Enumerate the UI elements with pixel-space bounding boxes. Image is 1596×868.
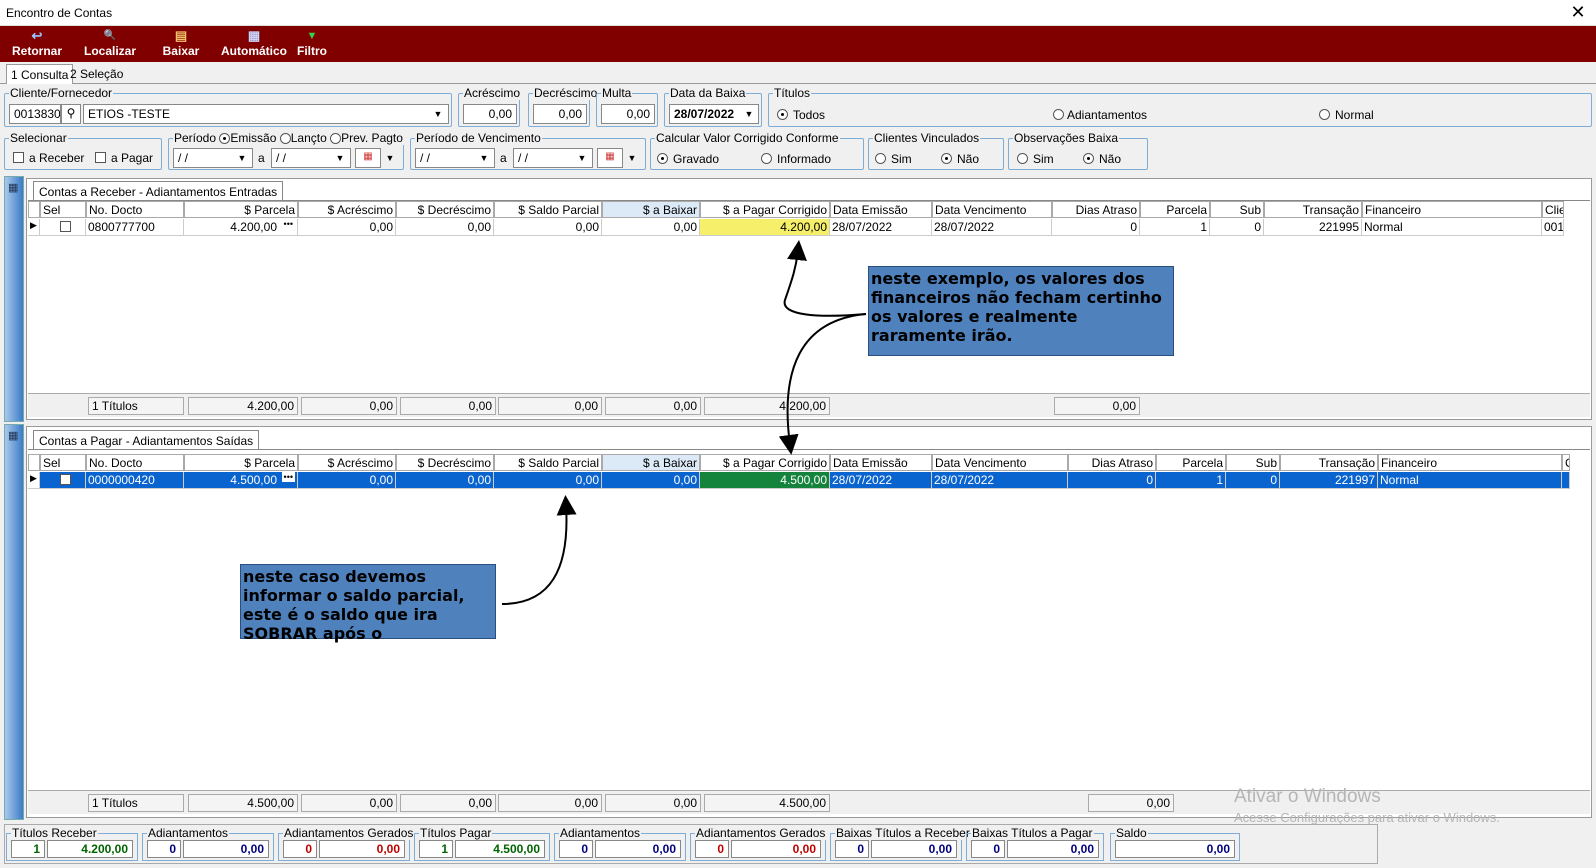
total-count: 0 <box>283 840 317 858</box>
total-group: Títulos Pagar 1 4.500,00 <box>414 826 550 861</box>
total-count: 0 <box>695 840 729 858</box>
arrow-to-pagar-row <box>778 313 867 455</box>
total-count: 0 <box>835 840 869 858</box>
total-value: 0,00 <box>183 840 269 858</box>
total-group: Adiantamentos 0 0,00 <box>554 826 686 861</box>
total-group: Títulos Receber 1 4.200,00 <box>6 826 138 861</box>
total-group: Adiantamentos 0 0,00 <box>142 826 274 861</box>
total-count: 0 <box>147 840 181 858</box>
total-value: 4.200,00 <box>47 840 133 858</box>
arrow-to-corrigido <box>783 240 867 317</box>
total-value: 0,00 <box>731 840 821 858</box>
total-group: Adiantamentos Gerados 0 0,00 <box>690 826 827 861</box>
saldo-group: Saldo 0,00 <box>1110 826 1240 861</box>
arrow-to-saldo-parcial <box>501 495 577 605</box>
total-count: 1 <box>419 840 453 858</box>
total-count: 0 <box>559 840 593 858</box>
annotation-arrows <box>501 240 867 605</box>
total-group: Baixas Títulos a Pagar 0 0,00 <box>966 826 1104 861</box>
total-value: 4.500,00 <box>455 840 545 858</box>
watermark-subtitle: Acesse Configurações para ativar o Windo… <box>1234 810 1500 825</box>
saldo-value: 0,00 <box>1115 840 1235 858</box>
watermark-title: Ativar o Windows <box>1234 786 1381 807</box>
total-group: Baixas Títulos a Receber 0 0,00 <box>830 826 971 861</box>
total-value: 0,00 <box>1007 840 1099 858</box>
total-group: Adiantamentos Gerados 0 0,00 <box>278 826 415 861</box>
total-value: 0,00 <box>319 840 405 858</box>
total-count: 0 <box>971 840 1005 858</box>
total-count: 1 <box>11 840 45 858</box>
total-value: 0,00 <box>595 840 681 858</box>
total-value: 0,00 <box>871 840 957 858</box>
